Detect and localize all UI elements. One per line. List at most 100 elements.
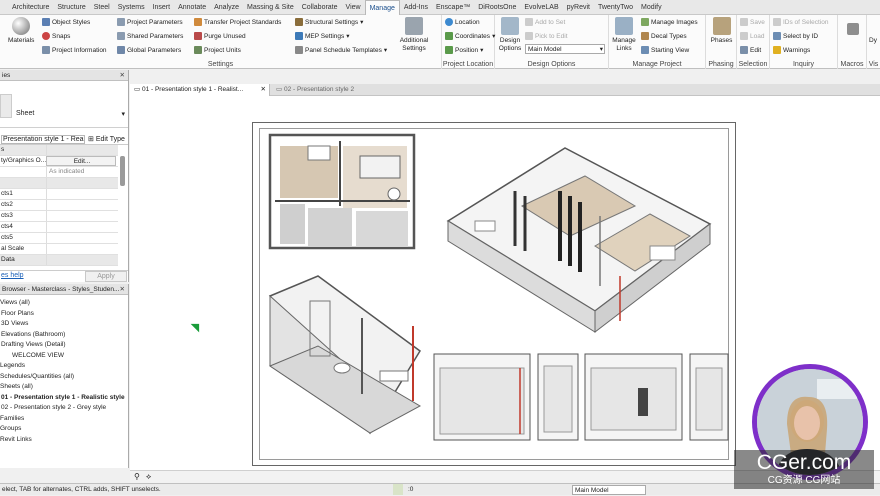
purge-unused-button[interactable]: Purge Unused: [194, 32, 246, 40]
apply-button[interactable]: Apply: [85, 271, 127, 282]
browser-item[interactable]: 3D Views: [1, 319, 28, 328]
manage-images-button[interactable]: Manage Images: [641, 18, 698, 26]
snaps-button[interactable]: Snaps: [42, 32, 70, 40]
isometric-3d-view: [446, 147, 712, 334]
tab-add-ins[interactable]: Add-Ins: [400, 0, 432, 15]
tab-sheet-01[interactable]: ▭ 01 - Presentation style 1 - Realist...…: [130, 84, 270, 96]
browser-item[interactable]: Groups: [0, 424, 21, 433]
browser-item[interactable]: 02 - Presentation style 2 - Grey style: [1, 403, 106, 412]
starting-view-button[interactable]: Starting View: [641, 46, 689, 54]
structural-settings-button[interactable]: Structural Settings ▾: [295, 18, 363, 26]
property-value: [46, 222, 116, 232]
manage-links-button[interactable]: Manage Links: [611, 17, 637, 53]
tab-steel[interactable]: Steel: [90, 0, 114, 15]
close-icon[interactable]: ✕: [120, 284, 125, 295]
browser-item[interactable]: Legends: [0, 361, 25, 370]
mep-settings-button[interactable]: MEP Settings ▾: [295, 32, 350, 40]
panel-schedule-templates-button[interactable]: Panel Schedule Templates ▾: [295, 46, 387, 54]
macros-button[interactable]: [842, 23, 864, 37]
tab-view[interactable]: View: [342, 0, 365, 15]
warnings-button[interactable]: Warnings: [773, 46, 810, 54]
tab-twentytwo[interactable]: TwentyTwo: [594, 0, 637, 15]
materials-button[interactable]: Materials: [8, 17, 34, 45]
properties-title: ies: [2, 72, 11, 79]
status-design-option-dropdown[interactable]: Main Model: [572, 485, 646, 495]
tab-structure[interactable]: Structure: [53, 0, 89, 15]
main-model-dropdown[interactable]: Main Model ▾: [525, 44, 605, 54]
tab-dirootsone[interactable]: DiRootsOne: [474, 0, 520, 15]
browser-item[interactable]: Families: [0, 414, 24, 423]
transfer-project-standards-button[interactable]: Transfer Project Standards: [194, 18, 281, 26]
dynamo-button[interactable]: Dy: [869, 37, 877, 44]
browser-item[interactable]: Floor Plans: [1, 309, 34, 318]
decal-types-button[interactable]: Decal Types: [641, 32, 687, 40]
browser-item[interactable]: Sheets (all): [0, 382, 33, 391]
browser-item[interactable]: Revit Links: [0, 435, 32, 444]
edit-type-button[interactable]: ⊞ Edit Type: [88, 135, 125, 143]
tab-architecture[interactable]: Architecture: [8, 0, 53, 15]
tab-sheet-02[interactable]: ▭ 02 - Presentation style 2: [272, 84, 372, 96]
tab-collaborate[interactable]: Collaborate: [298, 0, 342, 15]
tab-insert[interactable]: Insert: [149, 0, 175, 15]
browser-item[interactable]: Drafting Views (Detail): [1, 340, 66, 349]
additional-settings-button[interactable]: Additional Settings: [394, 17, 434, 53]
sheet-view-icon[interactable]: ⚲: [134, 472, 140, 481]
globe-icon: [445, 18, 453, 26]
property-value[interactable]: Edit...: [46, 156, 116, 166]
global-parameters-button[interactable]: Global Parameters: [117, 46, 181, 54]
browser-item[interactable]: Views (all): [0, 298, 30, 307]
project-parameters-button[interactable]: Project Parameters: [117, 18, 183, 26]
type-selector[interactable]: Sheet ▾: [0, 90, 128, 128]
object-styles-button[interactable]: Object Styles: [42, 18, 90, 26]
tab-systems[interactable]: Systems: [114, 0, 149, 15]
save-selection-button[interactable]: Save: [740, 18, 765, 26]
add-to-set-button[interactable]: Add to Set: [525, 18, 565, 26]
design-options-button[interactable]: Design Options: [497, 17, 523, 53]
tab-evolvelab[interactable]: EvolveLAB: [520, 0, 562, 15]
tab-massing-site[interactable]: Massing & Site: [243, 0, 298, 15]
browser-item[interactable]: Schedules/Quantities (all): [0, 372, 74, 381]
transfer-icon: [194, 18, 202, 26]
load-icon: [740, 32, 748, 40]
properties-scrollbar[interactable]: [120, 156, 125, 186]
tab-analyze[interactable]: Analyze: [210, 0, 243, 15]
mep-settings-label: MEP Settings: [305, 32, 345, 40]
pick-to-edit-button[interactable]: Pick to Edit: [525, 32, 568, 40]
object-styles-label: Object Styles: [52, 18, 91, 26]
properties-help-link[interactable]: es help: [1, 272, 24, 279]
tab-manage[interactable]: Manage: [364, 0, 400, 15]
tab-modify[interactable]: Modify: [637, 0, 666, 15]
project-units-button[interactable]: Project Units: [194, 46, 241, 54]
select-by-id-button[interactable]: Select by ID: [773, 32, 818, 40]
load-selection-button[interactable]: Load: [740, 32, 764, 40]
ids-of-selection-button[interactable]: IDs of Selection: [773, 18, 829, 26]
browser-item[interactable]: 01 - Presentation style 1 - Realistic st…: [1, 393, 125, 402]
pick-to-edit-label: Pick to Edit: [535, 32, 568, 40]
edit-selection-button[interactable]: Edit: [740, 46, 761, 54]
property-label: cts1: [1, 190, 13, 197]
tab-annotate[interactable]: Annotate: [174, 0, 210, 15]
close-icon[interactable]: ✕: [261, 84, 266, 96]
tab-pyrevit[interactable]: pyRevit: [563, 0, 594, 15]
instance-selector[interactable]: Presentation style 1 - Realis: [1, 135, 85, 144]
coordinates-button[interactable]: Coordinates ▾: [445, 32, 495, 40]
shared-parameters-button[interactable]: Shared Parameters: [117, 32, 183, 40]
close-icon[interactable]: ✕: [120, 70, 125, 81]
units-icon: [194, 46, 202, 54]
phases-button[interactable]: Phases: [708, 17, 735, 45]
purge-unused-label: Purge Unused: [204, 32, 246, 40]
property-label: s: [1, 146, 5, 153]
project-information-button[interactable]: Project Information: [42, 46, 107, 54]
position-button[interactable]: Position ▾: [445, 46, 483, 54]
workset-icon[interactable]: [393, 484, 403, 495]
location-button[interactable]: Location: [445, 18, 480, 26]
property-row: al Scale: [0, 244, 118, 255]
snaps-label: Snaps: [52, 32, 71, 40]
chevron-down-icon: ▾: [480, 47, 484, 54]
visibility-icon[interactable]: ⟡: [146, 472, 151, 482]
location-label: Location: [455, 18, 480, 26]
browser-item[interactable]: Elevations (Bathroom): [1, 330, 65, 339]
browser-item[interactable]: WELCOME VIEW: [12, 351, 64, 360]
pick-to-edit-icon: [525, 32, 533, 40]
tab-enscape-[interactable]: Enscape™: [432, 0, 474, 15]
